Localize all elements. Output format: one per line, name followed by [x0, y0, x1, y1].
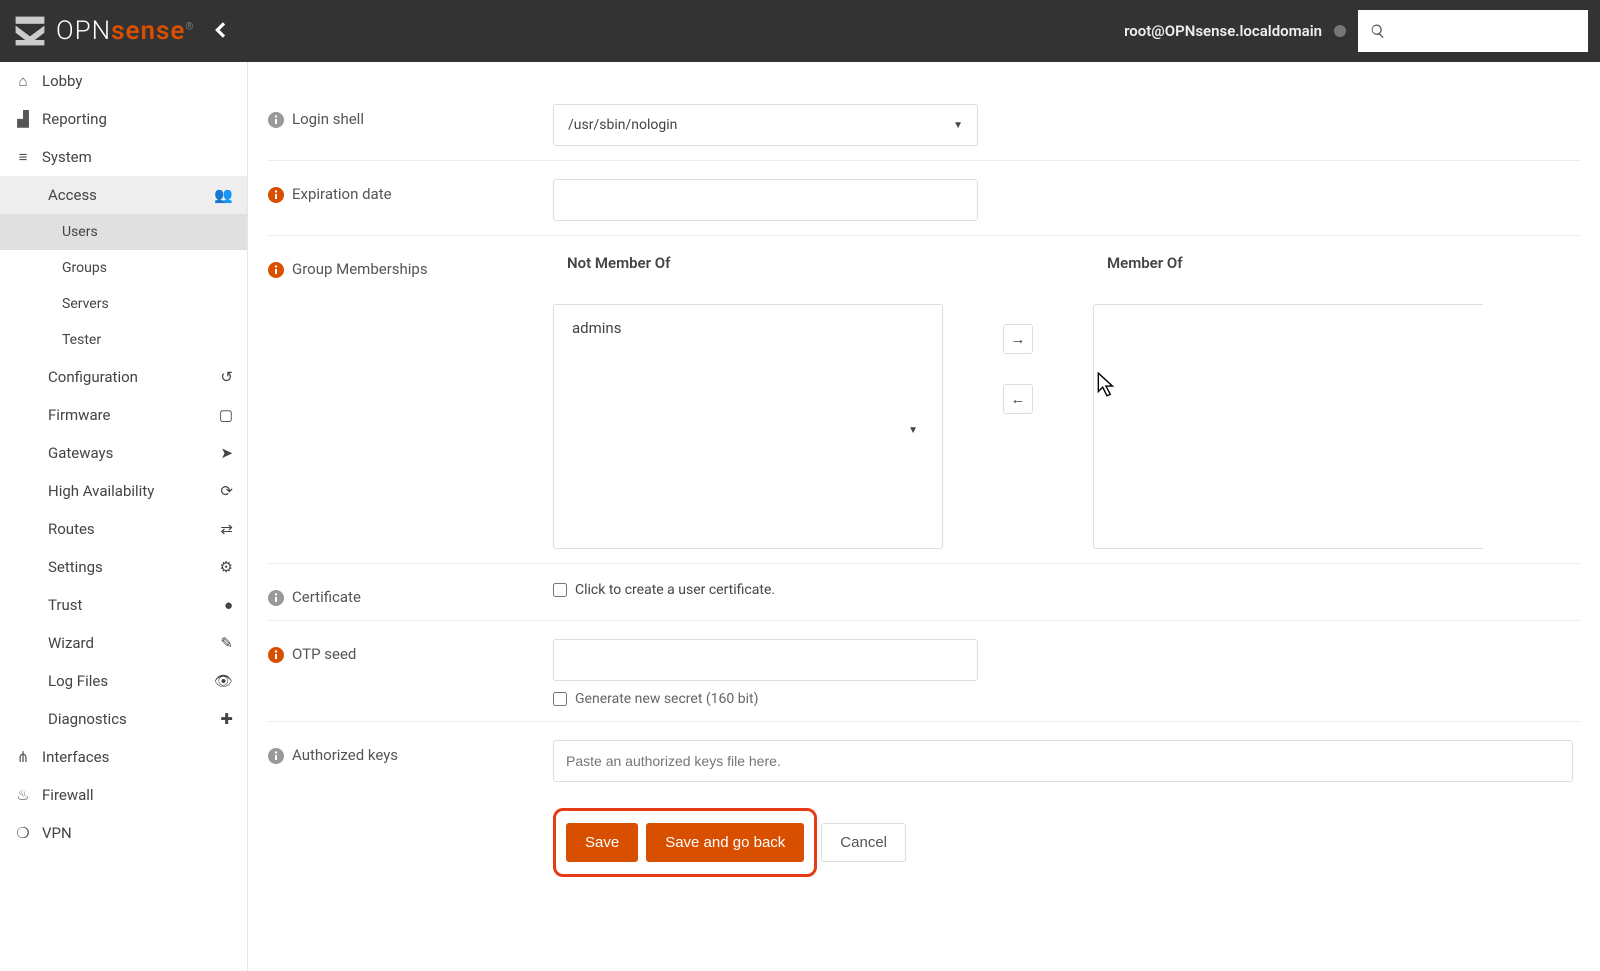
- chart-icon: ▟: [14, 110, 32, 128]
- certificate-text: Click to create a user certificate.: [575, 582, 775, 598]
- sidebar-item-reporting[interactable]: ▟Reporting: [0, 100, 247, 138]
- row-certificate: Certificate Click to create a user certi…: [268, 564, 1580, 621]
- sidebar-item-wizard[interactable]: Wizard✎: [0, 624, 247, 662]
- sidebar-item-settings[interactable]: Settings⚙: [0, 548, 247, 586]
- sidebar-item-servers[interactable]: Servers: [0, 286, 247, 322]
- not-member-listbox[interactable]: admins ▼: [553, 304, 943, 549]
- server-icon: ≡: [14, 148, 32, 166]
- sidebar-item-vpn[interactable]: ❍VPN: [0, 814, 247, 852]
- sidebar-item-access[interactable]: Access👥: [0, 176, 247, 214]
- info-icon[interactable]: [268, 112, 284, 128]
- info-icon[interactable]: [268, 187, 284, 203]
- laptop-icon: ⌂: [14, 72, 32, 90]
- row-groups: Group Memberships Not Member Of admins ▼…: [268, 236, 1580, 564]
- save-and-go-back-button[interactable]: Save and go back: [646, 823, 804, 862]
- save-button[interactable]: Save: [566, 823, 638, 862]
- info-icon[interactable]: [268, 590, 284, 606]
- info-icon[interactable]: [268, 262, 284, 278]
- topbar: OPNsense® root@OPNsense.localdomain: [0, 0, 1600, 62]
- authorized-keys-label: Authorized keys: [292, 746, 398, 764]
- search-icon: [1370, 22, 1386, 40]
- login-shell-select[interactable]: /usr/sbin/nologin ▼: [553, 104, 978, 146]
- logo-text: OPNsense®: [56, 16, 194, 46]
- otp-input[interactable]: [553, 639, 978, 681]
- row-login-shell: Login shell /usr/sbin/nologin ▼: [268, 86, 1580, 161]
- sidebar-item-tester[interactable]: Tester: [0, 322, 247, 358]
- info-icon[interactable]: [268, 647, 284, 663]
- badge-icon: ●: [224, 596, 233, 614]
- globe-icon: ❍: [14, 824, 32, 842]
- sidebar-item-interfaces[interactable]: ⋔Interfaces: [0, 738, 247, 776]
- search-box[interactable]: [1358, 10, 1588, 52]
- sidebar-item-trust[interactable]: Trust●: [0, 586, 247, 624]
- history-icon: ↺: [220, 368, 233, 386]
- move-right-button[interactable]: →: [1003, 324, 1033, 354]
- caret-down-icon: ▼: [953, 120, 963, 131]
- button-row: Save Save and go back Cancel: [553, 796, 1580, 877]
- sidebar-item-system[interactable]: ≡System: [0, 138, 247, 176]
- cancel-button[interactable]: Cancel: [821, 823, 906, 862]
- sidebar-item-configuration[interactable]: Configuration↺: [0, 358, 247, 396]
- otp-label: OTP seed: [292, 645, 356, 663]
- row-otp: OTP seed Generate new secret (160 bit): [268, 621, 1580, 722]
- gears-icon: ⚙: [220, 558, 233, 576]
- logo[interactable]: OPNsense®: [12, 13, 194, 49]
- certificate-label: Certificate: [292, 588, 361, 606]
- sidebar-item-high-availability[interactable]: High Availability⟳: [0, 472, 247, 510]
- fire-icon: ♨: [14, 786, 32, 804]
- calculator-icon: ▢: [219, 406, 233, 424]
- expiration-input[interactable]: [553, 179, 978, 221]
- arrow-left-icon: ←: [1011, 391, 1026, 408]
- arrow-right-icon: →: [1011, 331, 1026, 348]
- otp-generate-checkbox[interactable]: [553, 692, 567, 706]
- member-heading: Member Of: [1107, 254, 1483, 272]
- member-listbox[interactable]: [1093, 304, 1483, 549]
- refresh-icon: ⟳: [220, 482, 233, 500]
- network-icon: ⋔: [14, 748, 32, 766]
- sidebar-item-routes[interactable]: Routes⇄: [0, 510, 247, 548]
- opnsense-logo-icon: [12, 13, 48, 49]
- not-member-heading: Not Member Of: [567, 254, 943, 272]
- authorized-keys-input[interactable]: [553, 740, 1573, 782]
- location-icon: ➤: [220, 444, 233, 462]
- login-shell-label: Login shell: [292, 110, 364, 128]
- highlight-annotation: Save Save and go back: [553, 808, 817, 877]
- certificate-checkbox[interactable]: [553, 583, 567, 597]
- sidebar-collapse-button[interactable]: [206, 15, 234, 47]
- eye-icon: 👁: [214, 672, 233, 690]
- users-icon: 👥: [214, 186, 233, 204]
- expiration-label: Expiration date: [292, 185, 392, 203]
- group-option-admins[interactable]: admins: [572, 319, 924, 337]
- caret-down-icon: ▼: [908, 425, 918, 436]
- user-label[interactable]: root@OPNsense.localdomain: [1124, 22, 1322, 40]
- group-memberships-label: Group Memberships: [292, 260, 428, 278]
- main-content: Login shell /usr/sbin/nologin ▼ Expirati…: [248, 62, 1600, 971]
- sidebar-item-log-files[interactable]: Log Files👁: [0, 662, 247, 700]
- sidebar-item-diagnostics[interactable]: Diagnostics✚: [0, 700, 247, 738]
- sidebar-item-gateways[interactable]: Gateways➤: [0, 434, 247, 472]
- sidebar-item-firewall[interactable]: ♨Firewall: [0, 776, 247, 814]
- sidebar: ⌂Lobby ▟Reporting ≡System Access👥 Users …: [0, 62, 248, 971]
- sidebar-item-firmware[interactable]: Firmware▢: [0, 396, 247, 434]
- sidebar-item-groups[interactable]: Groups: [0, 250, 247, 286]
- magic-icon: ✎: [220, 634, 233, 652]
- otp-generate-text: Generate new secret (160 bit): [575, 691, 758, 707]
- info-icon[interactable]: [268, 748, 284, 764]
- status-indicator-icon: [1334, 25, 1346, 37]
- row-expiration: Expiration date: [268, 161, 1580, 236]
- sidebar-item-users[interactable]: Users: [0, 214, 247, 250]
- search-input[interactable]: [1396, 23, 1576, 39]
- sidebar-item-lobby[interactable]: ⌂Lobby: [0, 62, 247, 100]
- routes-icon: ⇄: [220, 520, 233, 538]
- move-left-button[interactable]: ←: [1003, 384, 1033, 414]
- medkit-icon: ✚: [220, 710, 233, 728]
- row-authorized-keys: Authorized keys: [268, 722, 1580, 796]
